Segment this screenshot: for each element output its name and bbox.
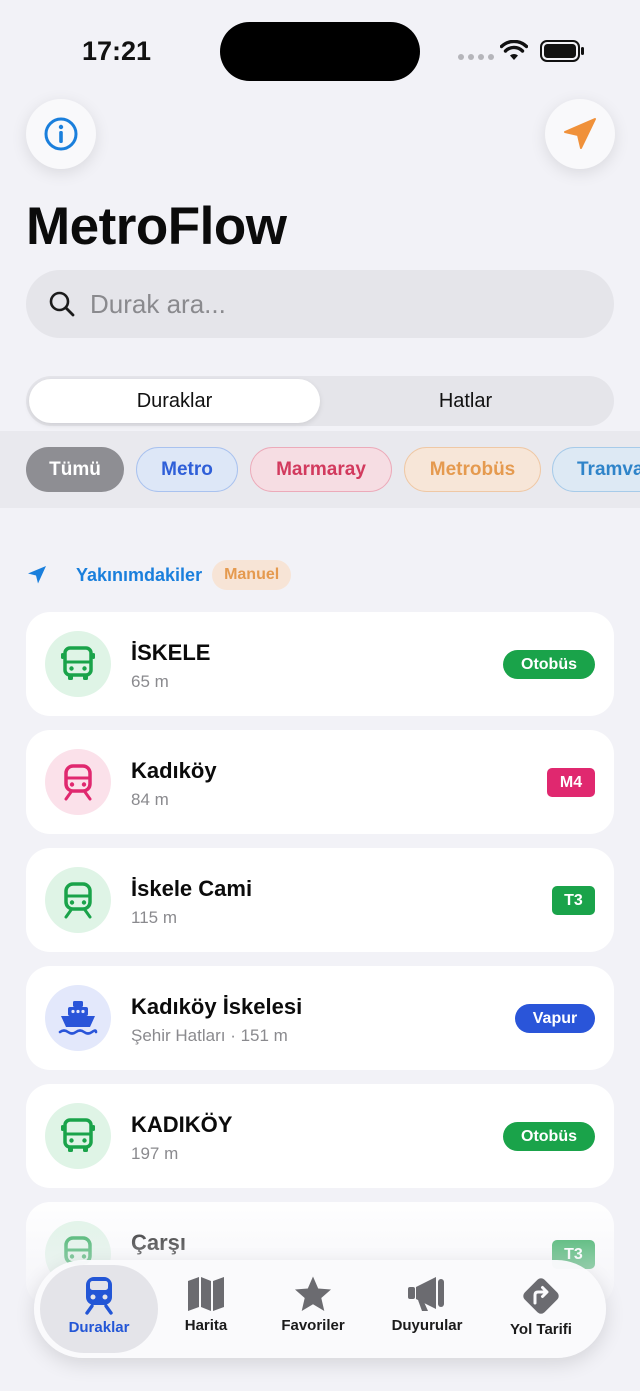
map-icon	[188, 1277, 224, 1311]
nearby-header: Yakınımdakiler Manuel	[26, 560, 292, 590]
stop-card[interactable]: Kadıköy 84 m M4	[26, 730, 614, 834]
location-arrow-icon	[564, 118, 596, 149]
megaphone-icon	[408, 1277, 444, 1311]
status-bar: 17:21	[0, 0, 640, 100]
star-icon	[295, 1276, 331, 1311]
location-button[interactable]	[545, 99, 615, 169]
filter-chip-marmaray[interactable]: Marmaray	[250, 447, 392, 492]
location-mode-badge[interactable]: Manuel	[212, 560, 292, 590]
stop-card[interactable]: KADIKÖY 197 m Otobüs	[26, 1084, 614, 1188]
line-badge: Vapur	[515, 1004, 595, 1033]
page-title: MetroFlow	[26, 197, 287, 256]
stop-distance: 84 m	[131, 790, 169, 809]
train-icon	[64, 764, 92, 801]
train-icon	[85, 1277, 113, 1315]
segment-lines[interactable]: Hatlar	[320, 379, 611, 423]
transport-icon-circle	[45, 1103, 111, 1169]
location-arrow-icon	[28, 566, 46, 584]
view-segmented-control: Duraklar Hatlar	[26, 376, 614, 426]
tram-icon	[64, 882, 92, 919]
tab-label: Harita	[184, 1317, 228, 1334]
dynamic-island	[220, 22, 420, 81]
stop-name: Kadıköy İskelesi	[131, 994, 303, 1019]
tab-stops[interactable]: Duraklar	[40, 1265, 158, 1353]
tab-bar: Duraklar Harita Favoriler Duyurular Yol …	[34, 1260, 606, 1358]
stop-name: Kadıköy	[131, 758, 217, 783]
directions-icon	[523, 1278, 559, 1314]
stop-distance: 197 m	[131, 1144, 179, 1163]
ferry-icon	[58, 1001, 98, 1035]
stop-name: İskele Cami	[131, 876, 253, 901]
filter-chip-all[interactable]: Tümü	[26, 447, 124, 492]
stop-distance: 65 m	[131, 672, 169, 691]
tab-map[interactable]: Harita	[166, 1260, 246, 1358]
tab-favorites[interactable]: Favoriler	[270, 1260, 356, 1358]
line-badge: Otobüs	[503, 650, 595, 679]
tab-label: Favoriler	[281, 1317, 345, 1334]
tab-announcements[interactable]: Duyurular	[382, 1260, 472, 1358]
filter-chip-tram[interactable]: Tramvay	[552, 447, 640, 492]
info-button[interactable]	[26, 99, 96, 169]
filter-chip-metrobus[interactable]: Metrobüs	[404, 447, 541, 492]
tab-label: Duyurular	[391, 1317, 463, 1334]
stop-distance: 115 m	[131, 908, 177, 927]
status-time: 17:21	[82, 36, 152, 66]
tab-label: Duraklar	[68, 1319, 130, 1336]
transport-icon-circle	[45, 985, 111, 1051]
bus-icon	[61, 646, 95, 680]
search-input[interactable]	[90, 288, 570, 320]
transport-icon-circle	[45, 631, 111, 697]
stop-card[interactable]: İSKELE 65 m Otobüs	[26, 612, 614, 716]
bus-icon	[61, 1118, 95, 1152]
info-icon	[44, 117, 78, 151]
search-bar[interactable]	[26, 270, 614, 338]
line-badge: Otobüs	[503, 1122, 595, 1151]
battery-icon	[540, 40, 584, 62]
line-badge: M4	[547, 768, 595, 797]
segment-stops[interactable]: Duraklar	[29, 379, 320, 423]
transport-icon-circle	[45, 749, 111, 815]
wifi-icon	[500, 40, 528, 60]
transport-icon-circle	[45, 867, 111, 933]
stop-name: KADIKÖY	[131, 1112, 233, 1137]
stop-card[interactable]: Kadıköy İskelesi Şehir Hatları · 151 m V…	[26, 966, 614, 1070]
stop-name: İSKELE	[131, 640, 211, 665]
tab-directions[interactable]: Yol Tarifi	[496, 1260, 586, 1358]
filter-chip-metro[interactable]: Metro	[136, 447, 238, 492]
tab-label: Yol Tarifi	[510, 1321, 572, 1338]
search-icon	[49, 291, 75, 317]
stop-card[interactable]: İskele Cami 115 m T3	[26, 848, 614, 952]
stop-name: Çarşı	[131, 1230, 187, 1255]
nearby-label: Yakınımdakiler	[76, 564, 203, 585]
transport-filter-bar[interactable]: Tümü Metro Marmaray Metrobüs Tramvay	[0, 431, 640, 508]
line-badge: T3	[552, 886, 595, 915]
stop-distance: Şehir Hatları · 151 m	[131, 1026, 288, 1045]
cellular-signal-icon	[458, 54, 494, 60]
